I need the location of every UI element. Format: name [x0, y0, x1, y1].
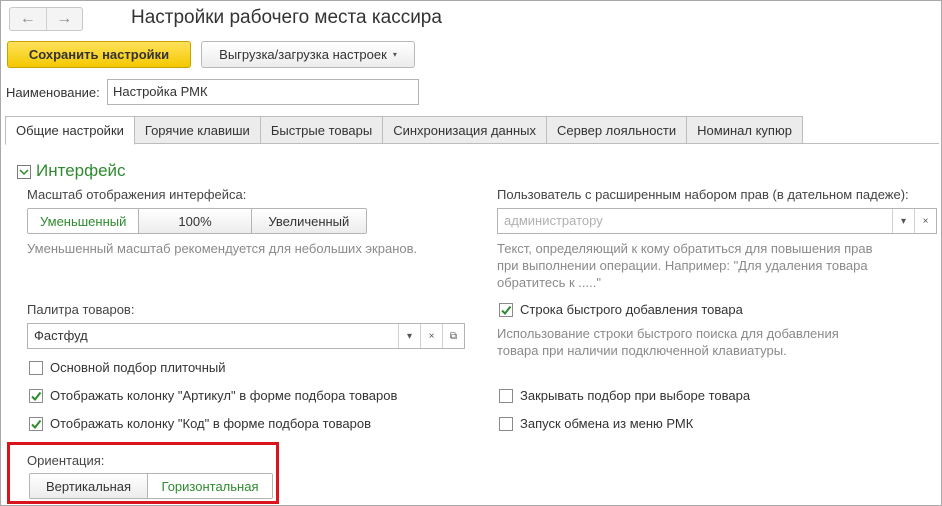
forward-arrow-icon[interactable]: →: [45, 8, 83, 30]
group-title-interface[interactable]: Интерфейс: [36, 161, 126, 181]
history-nav: ← →: [9, 7, 83, 31]
window-frame: ← → Настройки рабочего места кассира Сох…: [0, 0, 942, 506]
tab-loyalty-server[interactable]: Сервер лояльности: [546, 116, 688, 144]
scale-label: Масштаб отображения интерфейса:: [27, 187, 247, 202]
article-column-checkbox-row[interactable]: Отображать колонку "Артикул" в форме под…: [29, 388, 397, 403]
tab-banknotes[interactable]: Номинал купюр: [687, 116, 803, 144]
group-collapse-toggle[interactable]: [17, 165, 31, 179]
close-selection-checkbox[interactable]: [499, 388, 513, 403]
name-input[interactable]: Настройка РМК: [107, 79, 419, 105]
code-column-checkbox[interactable]: [29, 416, 43, 431]
tab-data-sync[interactable]: Синхронизация данных: [383, 116, 547, 144]
tab-general[interactable]: Общие настройки: [5, 116, 135, 145]
orientation-highlight-frame: [7, 442, 279, 504]
tab-bar: Общие настройки Горячие клавиши Быстрые …: [5, 116, 803, 145]
palette-input[interactable]: Фастфуд: [28, 324, 398, 348]
code-column-checkbox-row[interactable]: Отображать колонку "Код" в форме подбора…: [29, 416, 371, 431]
article-column-checkbox[interactable]: [29, 388, 43, 403]
export-import-label: Выгрузка/загрузка настроек: [219, 47, 387, 62]
user-rights-input[interactable]: администратору: [498, 209, 892, 233]
user-rights-hint: Текст, определяющий к кому обратиться дл…: [497, 240, 873, 291]
quick-add-hint-line: Использование строки быстрого поиска для…: [497, 326, 839, 341]
checkmark-icon: [31, 391, 42, 401]
quick-add-hint: Использование строки быстрого поиска для…: [497, 325, 839, 359]
user-rights-hint-line: Текст, определяющий к кому обратиться дл…: [497, 241, 873, 256]
scale-selector: Уменьшенный 100% Увеличенный: [27, 208, 367, 234]
scale-hint: Уменьшенный масштаб рекомендуется для не…: [27, 241, 418, 256]
clear-icon[interactable]: ×: [420, 324, 442, 348]
dropdown-icon[interactable]: ▾: [398, 324, 420, 348]
dropdown-icon[interactable]: ▾: [892, 209, 914, 233]
user-rights-hint-line: обратитесь к .....": [497, 275, 601, 290]
tab-hotkeys[interactable]: Горячие клавиши: [134, 116, 261, 144]
palette-field[interactable]: Фастфуд ▾ × ⧉: [27, 323, 465, 349]
exchange-menu-checkbox[interactable]: [499, 416, 513, 431]
scale-option-reduced[interactable]: Уменьшенный: [28, 209, 139, 233]
chevron-down-icon: ▾: [392, 50, 397, 59]
page-title: Настройки рабочего места кассира: [131, 7, 442, 28]
export-import-settings-button[interactable]: Выгрузка/загрузка настроек ▾: [201, 41, 415, 68]
checkmark-icon: [31, 419, 42, 429]
close-selection-checkbox-row[interactable]: Закрывать подбор при выборе товара: [499, 388, 750, 403]
close-selection-label: Закрывать подбор при выборе товара: [520, 388, 751, 403]
quick-add-checkbox[interactable]: [499, 302, 513, 317]
user-rights-field[interactable]: администратору ▾ ×: [497, 208, 937, 234]
scale-option-enlarged[interactable]: Увеличенный: [250, 209, 366, 233]
tile-selection-label: Основной подбор плиточный: [50, 360, 226, 375]
article-column-label: Отображать колонку "Артикул" в форме под…: [50, 388, 398, 403]
chevron-down-icon: [19, 169, 29, 176]
exchange-menu-checkbox-row[interactable]: Запуск обмена из меню РМК: [499, 416, 693, 431]
save-settings-button[interactable]: Сохранить настройки: [7, 41, 191, 68]
quick-add-hint-line: товара при наличии подключенной клавиату…: [497, 343, 787, 358]
exchange-menu-label: Запуск обмена из меню РМК: [520, 416, 694, 431]
tile-selection-checkbox[interactable]: [29, 360, 43, 375]
user-rights-label: Пользователь с расширенным набором прав …: [497, 187, 909, 202]
open-icon[interactable]: ⧉: [442, 324, 464, 348]
user-rights-hint-line: при выполнении операции. Например: "Для …: [497, 258, 868, 273]
checkmark-icon: [501, 305, 512, 315]
back-arrow-icon[interactable]: ←: [10, 8, 46, 30]
tab-quick-products[interactable]: Быстрые товары: [260, 116, 384, 144]
scale-option-100[interactable]: 100%: [138, 209, 251, 233]
quick-add-checkbox-row[interactable]: Строка быстрого добавления товара: [499, 302, 743, 317]
tile-selection-checkbox-row[interactable]: Основной подбор плиточный: [29, 360, 226, 375]
code-column-label: Отображать колонку "Код" в форме подбора…: [50, 416, 372, 431]
name-label: Наименование:: [6, 85, 100, 100]
quick-add-label: Строка быстрого добавления товара: [520, 302, 743, 317]
palette-label: Палитра товаров:: [27, 302, 135, 317]
clear-icon[interactable]: ×: [914, 209, 936, 233]
